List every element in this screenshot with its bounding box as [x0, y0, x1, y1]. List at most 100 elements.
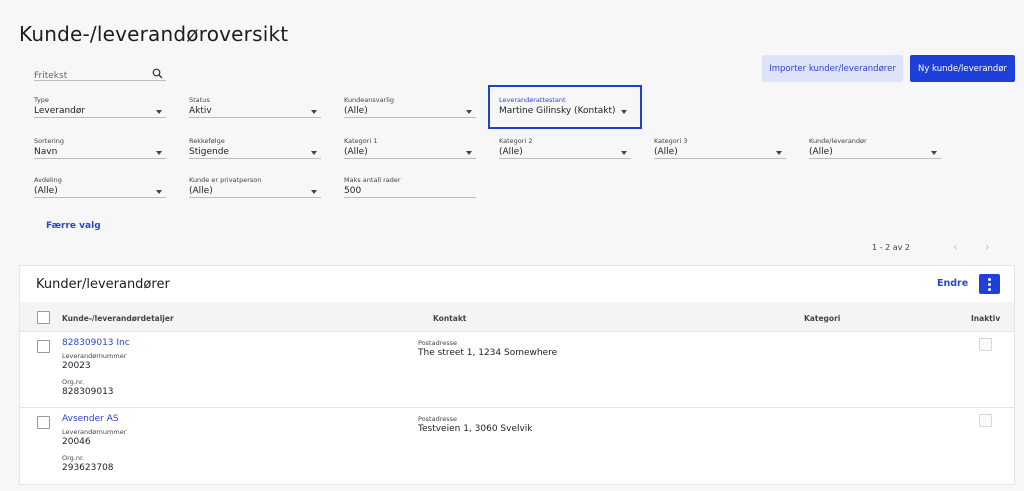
- col-details[interactable]: Kunde-/leverandørdetaljer: [62, 314, 174, 323]
- col-contact[interactable]: Kontakt: [433, 314, 466, 323]
- filter-sortering-select[interactable]: Navn: [34, 146, 166, 159]
- panel-title: Kunder/leverandører: [36, 277, 170, 292]
- row-name-link[interactable]: 828309013 Inc: [62, 338, 130, 348]
- filter-kundeansvarlig[interactable]: Kundeansvarlig (Alle): [344, 96, 476, 118]
- filter-kategori1-value: (Alle): [344, 147, 368, 157]
- filter-leverandorattestant-label: Leverandørattestant: [499, 96, 566, 104]
- row-inactive-checkbox: [979, 414, 992, 427]
- filter-rekkefolge[interactable]: Rekkefølge Stigende: [189, 137, 321, 159]
- filter-leverandorattestant-value: Martine Gilinsky (Kontakt): [499, 106, 616, 116]
- filter-avdeling[interactable]: Avdeling (Alle): [34, 176, 166, 198]
- more-vertical-icon[interactable]: [979, 274, 1000, 294]
- filter-avdeling-label: Avdeling: [34, 176, 62, 184]
- row-org-label: Org.nr.: [62, 454, 85, 462]
- row-address-label: Postadresse: [418, 415, 458, 423]
- row-checkbox[interactable]: [37, 340, 50, 353]
- chevron-down-icon: [156, 110, 162, 114]
- filter-maksrader-label: Maks antall rader: [344, 176, 401, 184]
- row-name-link[interactable]: Avsender AS: [62, 414, 119, 424]
- filter-type-value: Leverandør: [34, 106, 86, 116]
- next-page-icon[interactable]: ›: [985, 240, 990, 254]
- filter-status-select[interactable]: Aktiv: [189, 105, 321, 118]
- filter-kundeleverandor-select[interactable]: (Alle): [809, 146, 941, 159]
- pagination-text: 1 - 2 av 2: [872, 243, 910, 252]
- chevron-down-icon: [621, 110, 627, 114]
- table-row: 828309013 Inc Leverandørnummer 20023 Org…: [20, 333, 1014, 408]
- chevron-down-icon: [466, 151, 472, 155]
- filter-kundeprivat-value: (Alle): [189, 186, 213, 196]
- row-number: 20023: [62, 361, 91, 371]
- filter-kategori2-label: Kategori 2: [499, 137, 533, 145]
- chevron-down-icon: [156, 151, 162, 155]
- chevron-down-icon: [776, 151, 782, 155]
- col-category[interactable]: Kategori: [804, 314, 840, 323]
- row-org-label: Org.nr.: [62, 378, 85, 386]
- table-header: Kunde-/leverandørdetaljer Kontakt Katego…: [20, 302, 1014, 332]
- filter-maksrader-input[interactable]: 500: [344, 185, 476, 198]
- customers-panel: Kunder/leverandører Endre Kunde-/leveran…: [19, 265, 1015, 485]
- table-row: Avsender AS Leverandørnummer 20046 Org.n…: [20, 409, 1014, 484]
- filter-kundeprivat-select[interactable]: (Alle): [189, 185, 321, 198]
- chevron-down-icon: [931, 151, 937, 155]
- filter-type[interactable]: Type Leverandør: [34, 96, 166, 118]
- filter-status[interactable]: Status Aktiv: [189, 96, 321, 118]
- filter-avdeling-value: (Alle): [34, 186, 58, 196]
- new-customer-supplier-button[interactable]: Ny kunde/leverandør: [910, 55, 1015, 82]
- fewer-options-link[interactable]: Færre valg: [46, 221, 101, 231]
- chevron-down-icon: [156, 190, 162, 194]
- row-number: 20046: [62, 437, 91, 447]
- row-inactive-checkbox: [979, 338, 992, 351]
- edit-link[interactable]: Endre: [937, 278, 968, 289]
- chevron-down-icon: [311, 151, 317, 155]
- filter-type-label: Type: [34, 96, 49, 104]
- filter-leverandorattestant-select[interactable]: Martine Gilinsky (Kontakt): [499, 105, 631, 118]
- chevron-down-icon: [311, 110, 317, 114]
- filter-kundeansvarlig-value: (Alle): [344, 106, 368, 116]
- filter-type-select[interactable]: Leverandør: [34, 105, 166, 118]
- filter-kategori3-label: Kategori 3: [654, 137, 688, 145]
- filter-kategori1-select[interactable]: (Alle): [344, 146, 476, 159]
- filter-kategori1-label: Kategori 1: [344, 137, 378, 145]
- filter-status-value: Aktiv: [189, 106, 212, 116]
- row-org: 828309013: [62, 387, 114, 397]
- filter-rekkefolge-label: Rekkefølge: [189, 137, 225, 145]
- filter-kategori1[interactable]: Kategori 1 (Alle): [344, 137, 476, 159]
- filter-kategori2-value: (Alle): [499, 147, 523, 157]
- row-checkbox[interactable]: [37, 416, 50, 429]
- chevron-down-icon: [466, 110, 472, 114]
- row-number-label: Leverandørnummer: [62, 352, 127, 360]
- filter-kategori3-select[interactable]: (Alle): [654, 146, 786, 159]
- filter-maksrader[interactable]: Maks antall rader 500: [344, 176, 476, 198]
- row-address: Testveien 1, 3060 Svelvik: [418, 424, 533, 434]
- filter-sortering-value: Navn: [34, 147, 58, 157]
- filter-kundeansvarlig-select[interactable]: (Alle): [344, 105, 476, 118]
- search-icon[interactable]: [152, 64, 163, 83]
- filter-kategori2[interactable]: Kategori 2 (Alle): [499, 137, 631, 159]
- search-input[interactable]: [34, 68, 144, 84]
- filter-kundeleverandor-label: Kunde/leverandør: [809, 137, 867, 145]
- filter-avdeling-select[interactable]: (Alle): [34, 185, 166, 198]
- filter-kundeleverandor[interactable]: Kunde/leverandør (Alle): [809, 137, 941, 159]
- filter-rekkefolge-value: Stigende: [189, 147, 229, 157]
- filter-kategori3[interactable]: Kategori 3 (Alle): [654, 137, 786, 159]
- filter-sortering-label: Sortering: [34, 137, 65, 145]
- page-title: Kunde-/leverandøroversikt: [19, 22, 289, 46]
- filter-kategori3-value: (Alle): [654, 147, 678, 157]
- filter-kategori2-select[interactable]: (Alle): [499, 146, 631, 159]
- prev-page-icon[interactable]: ‹: [953, 240, 958, 254]
- row-address: The street 1, 1234 Somewhere: [418, 348, 558, 358]
- filter-sortering[interactable]: Sortering Navn: [34, 137, 166, 159]
- filter-kundeansvarlig-label: Kundeansvarlig: [344, 96, 395, 104]
- filter-leverandorattestant[interactable]: Leverandørattestant Martine Gilinsky (Ko…: [499, 96, 631, 118]
- import-button[interactable]: Importer kunder/leverandører: [762, 55, 903, 82]
- chevron-down-icon: [311, 190, 317, 194]
- filter-kundeprivat[interactable]: Kunde er privatperson (Alle): [189, 176, 321, 198]
- filter-kundeprivat-label: Kunde er privatperson: [189, 176, 262, 184]
- col-inactive[interactable]: Inaktiv: [971, 314, 1000, 323]
- search-field[interactable]: [34, 63, 166, 84]
- filter-rekkefolge-select[interactable]: Stigende: [189, 146, 321, 159]
- select-all-checkbox[interactable]: [37, 311, 50, 324]
- row-number-label: Leverandørnummer: [62, 428, 127, 436]
- row-org: 293623708: [62, 463, 114, 473]
- row-address-label: Postadresse: [418, 339, 458, 347]
